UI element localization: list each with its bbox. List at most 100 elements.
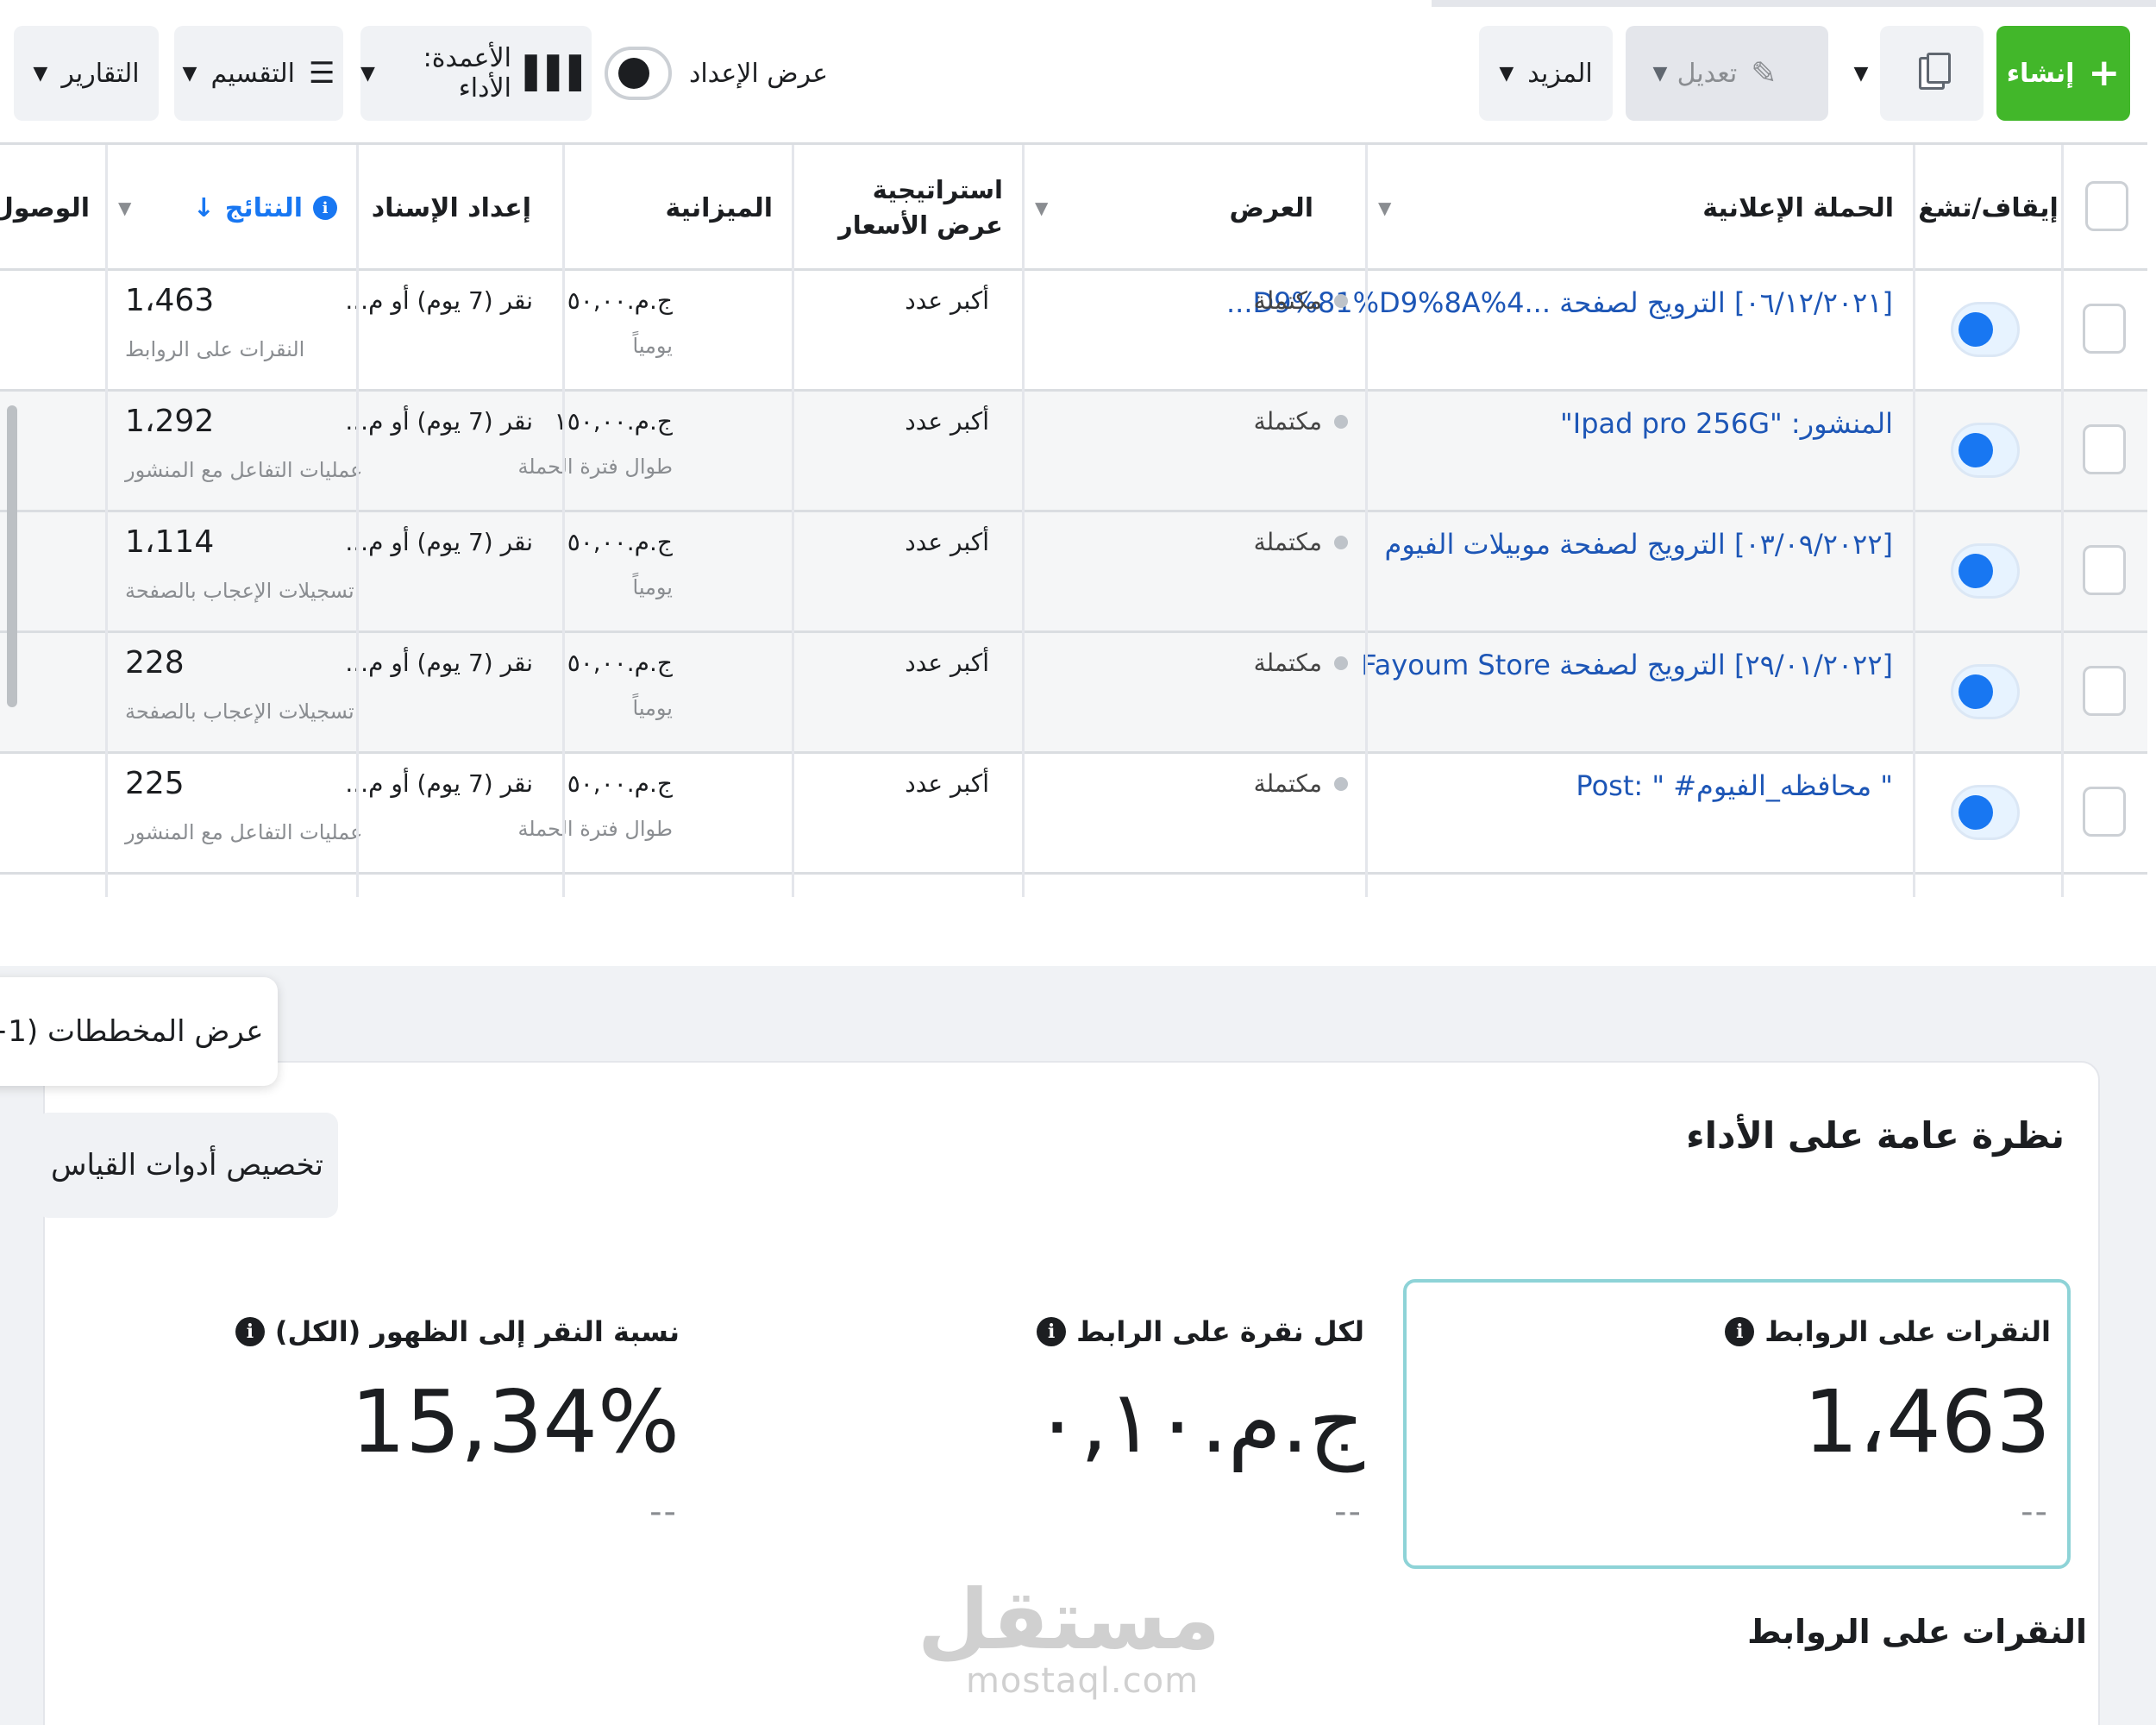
chevron-down-icon: ▼ <box>182 62 197 85</box>
info-icon[interactable]: i <box>313 196 337 220</box>
result-value: 1،463 <box>125 283 215 318</box>
campaign-link[interactable]: " محافظه_الفيوم# " :Post <box>1576 769 1893 802</box>
row-toggle[interactable] <box>1951 302 2020 357</box>
results-cell: 1،463 النقرات على الروابط <box>125 283 304 361</box>
row-checkbox[interactable] <box>2083 666 2126 716</box>
reports-dropdown[interactable]: التقارير ▼ <box>14 26 159 121</box>
setup-toggle-label: عرض الإعداد <box>688 58 828 89</box>
header-results[interactable]: i النتائج ↓ ▼ <box>105 145 356 271</box>
edit-dropdown[interactable]: ▼ <box>1626 26 1695 121</box>
attribution-setting: نقر (7 يوم) أو م... <box>345 769 533 798</box>
row-checkbox[interactable] <box>2083 304 2126 354</box>
more-button[interactable]: المزيد ▼ <box>1479 26 1613 121</box>
header-budget[interactable]: الميزانية <box>562 145 792 271</box>
duplicate-button[interactable] <box>1880 26 1984 121</box>
delivery-status: مكتملة <box>1254 769 1348 798</box>
attribution-setting: نقر (7 يوم) أو م... <box>345 649 533 677</box>
chevron-down-icon[interactable]: ▼ <box>1035 198 1048 218</box>
watermark-brand: مستقل <box>917 1571 1220 1668</box>
duplicate-dropdown[interactable]: ▼ <box>1846 26 1877 121</box>
bid-strategy: أكبر عدد <box>905 769 989 798</box>
customize-metrics-button[interactable]: تخصيص أدوات القياس <box>36 1113 338 1218</box>
view-charts-button[interactable]: عرض المخططات (Y+1 <box>0 977 278 1086</box>
budget-value: ج.م.٥٠,٠٠ <box>567 769 673 798</box>
header-delivery[interactable]: العرض ▼ <box>1022 145 1365 271</box>
attribution-setting: نقر (7 يوم) أو م... <box>345 407 533 436</box>
create-button[interactable]: + إنشاء <box>1996 26 2130 121</box>
metric-value: 1،463 <box>1803 1371 2051 1472</box>
budget-cell: ج.م.٥٠,٠٠ يومياً <box>567 528 673 599</box>
column-divider <box>105 271 108 897</box>
header-results-label: النتائج <box>224 192 303 223</box>
column-divider <box>1913 271 1915 897</box>
header-delivery-label: العرض <box>1229 192 1314 223</box>
columns-icon: ▌▌▌ <box>524 55 593 91</box>
budget-cell: ج.م.٥٠,٠٠ يومياً <box>567 286 673 358</box>
header-on-off[interactable]: إيقاف/تشغ <box>1913 145 2061 271</box>
results-cell: 225 عمليات التفاعل مع المنشور <box>125 766 362 844</box>
column-divider <box>1022 271 1025 897</box>
row-checkbox[interactable] <box>2083 424 2126 474</box>
metric-value: 15,34% <box>350 1371 680 1472</box>
row-toggle[interactable] <box>1951 785 2020 840</box>
header-reach[interactable]: الوصول <box>0 145 105 271</box>
header-campaign[interactable]: الحملة الإعلانية ▼ <box>1365 145 1913 271</box>
result-type: تسجيلات الإعجاب بالصفحة <box>125 579 354 603</box>
table-row[interactable]: [٢٩/٠١/٢٠٢٢] الترويج لصفحة Fayoum Store … <box>0 633 2147 754</box>
chevron-down-icon[interactable]: ▼ <box>118 198 131 218</box>
watermark-domain: mostaql.com <box>965 1661 1200 1701</box>
budget-value: ج.م.٥٠,٠٠ <box>567 286 673 315</box>
column-divider <box>792 271 794 897</box>
header-budget-label: الميزانية <box>665 192 773 223</box>
columns-label: الأعمدة: الأداء <box>423 43 511 104</box>
section-title: النقرات على الروابط <box>1747 1613 2087 1651</box>
toggle-switch[interactable] <box>604 47 672 100</box>
info-icon[interactable]: i <box>1037 1317 1067 1346</box>
results-cell: 1،292 عمليات التفاعل مع المنشور <box>125 404 362 482</box>
row-checkbox[interactable] <box>2083 545 2126 595</box>
chevron-down-icon: ▼ <box>33 62 48 85</box>
panel-title: نظرة عامة على الأداء <box>1686 1114 2065 1157</box>
row-toggle[interactable] <box>1951 664 2020 719</box>
info-icon[interactable]: i <box>1725 1317 1755 1346</box>
row-toggle[interactable] <box>1951 543 2020 599</box>
table-row[interactable]: " محافظه_الفيوم# " :Post مكتملة أكبر عدد… <box>0 754 2147 875</box>
view-charts-label: عرض المخططات (Y+1 <box>0 1014 264 1049</box>
breakdown-icon: ☰ <box>308 56 335 91</box>
campaign-link[interactable]: [٢٩/٠١/٢٠٢٢] الترويج لصفحة Fayoum Store <box>1361 649 1893 681</box>
header-campaign-label: الحملة الإعلانية <box>1702 192 1894 223</box>
breakdown-dropdown[interactable]: ☰ التقسيم ▼ <box>174 26 343 121</box>
delivery-status: مكتملة <box>1254 649 1348 677</box>
vertical-scrollbar[interactable] <box>7 405 17 707</box>
header-attribution[interactable]: إعداد الإسناد <box>356 145 562 271</box>
status-dot-icon <box>1334 535 1348 549</box>
setup-toggle[interactable]: عرض الإعداد <box>604 26 828 121</box>
row-toggle[interactable] <box>1951 423 2020 478</box>
header-bid-strategy[interactable]: استراتيجية عرض الأسعار <box>792 145 1022 271</box>
select-all-checkbox[interactable] <box>2085 181 2128 231</box>
delivery-label: مكتملة <box>1253 769 1322 798</box>
chevron-down-icon: ▼ <box>1499 62 1514 85</box>
metric-label-text: لكل نقرة على الرابط <box>1076 1315 1364 1348</box>
metric-change: -- <box>1334 1492 1363 1532</box>
customize-metrics-label: تخصيص أدوات القياس <box>51 1148 324 1182</box>
result-type: عمليات التفاعل مع المنشور <box>125 820 363 844</box>
info-icon[interactable]: i <box>235 1317 265 1346</box>
chevron-down-icon[interactable]: ▼ <box>1378 198 1391 218</box>
header-reach-label: الوصول <box>0 192 90 223</box>
table-row-partial[interactable] <box>0 875 2147 897</box>
metric-label: لكل نقرة على الرابط i <box>1037 1315 1364 1348</box>
breakdown-label: التقسيم <box>210 58 295 89</box>
bid-strategy: أكبر عدد <box>905 649 989 677</box>
column-divider <box>356 271 359 897</box>
row-checkbox[interactable] <box>2083 787 2126 837</box>
table-row[interactable]: [٠٣/٠٩/٢٠٢٢] الترويج لصفحة موبيلات الفيو… <box>0 512 2147 633</box>
table-row[interactable]: المنشور: "Ipad pro 256G" مكتملة أكبر عدد… <box>0 392 2147 512</box>
duplicate-icon <box>1919 53 1951 90</box>
header-bid-strategy-label: استراتيجية عرض الأسعار <box>838 175 1003 240</box>
campaign-link[interactable]: المنشور: "Ipad pro 256G" <box>1560 407 1893 440</box>
columns-dropdown[interactable]: ▌▌▌ الأعمدة: الأداء ▼ <box>360 26 593 121</box>
campaign-link[interactable]: [٠٣/٠٩/٢٠٢٢] الترويج لصفحة موبيلات الفيو… <box>1385 528 1893 561</box>
table-row[interactable]: [٠٦/١٢/٢٠٢١] الترويج لصفحة ...4%D9%81%D9… <box>0 271 2147 392</box>
delivery-status: مكتملة <box>1254 286 1348 315</box>
